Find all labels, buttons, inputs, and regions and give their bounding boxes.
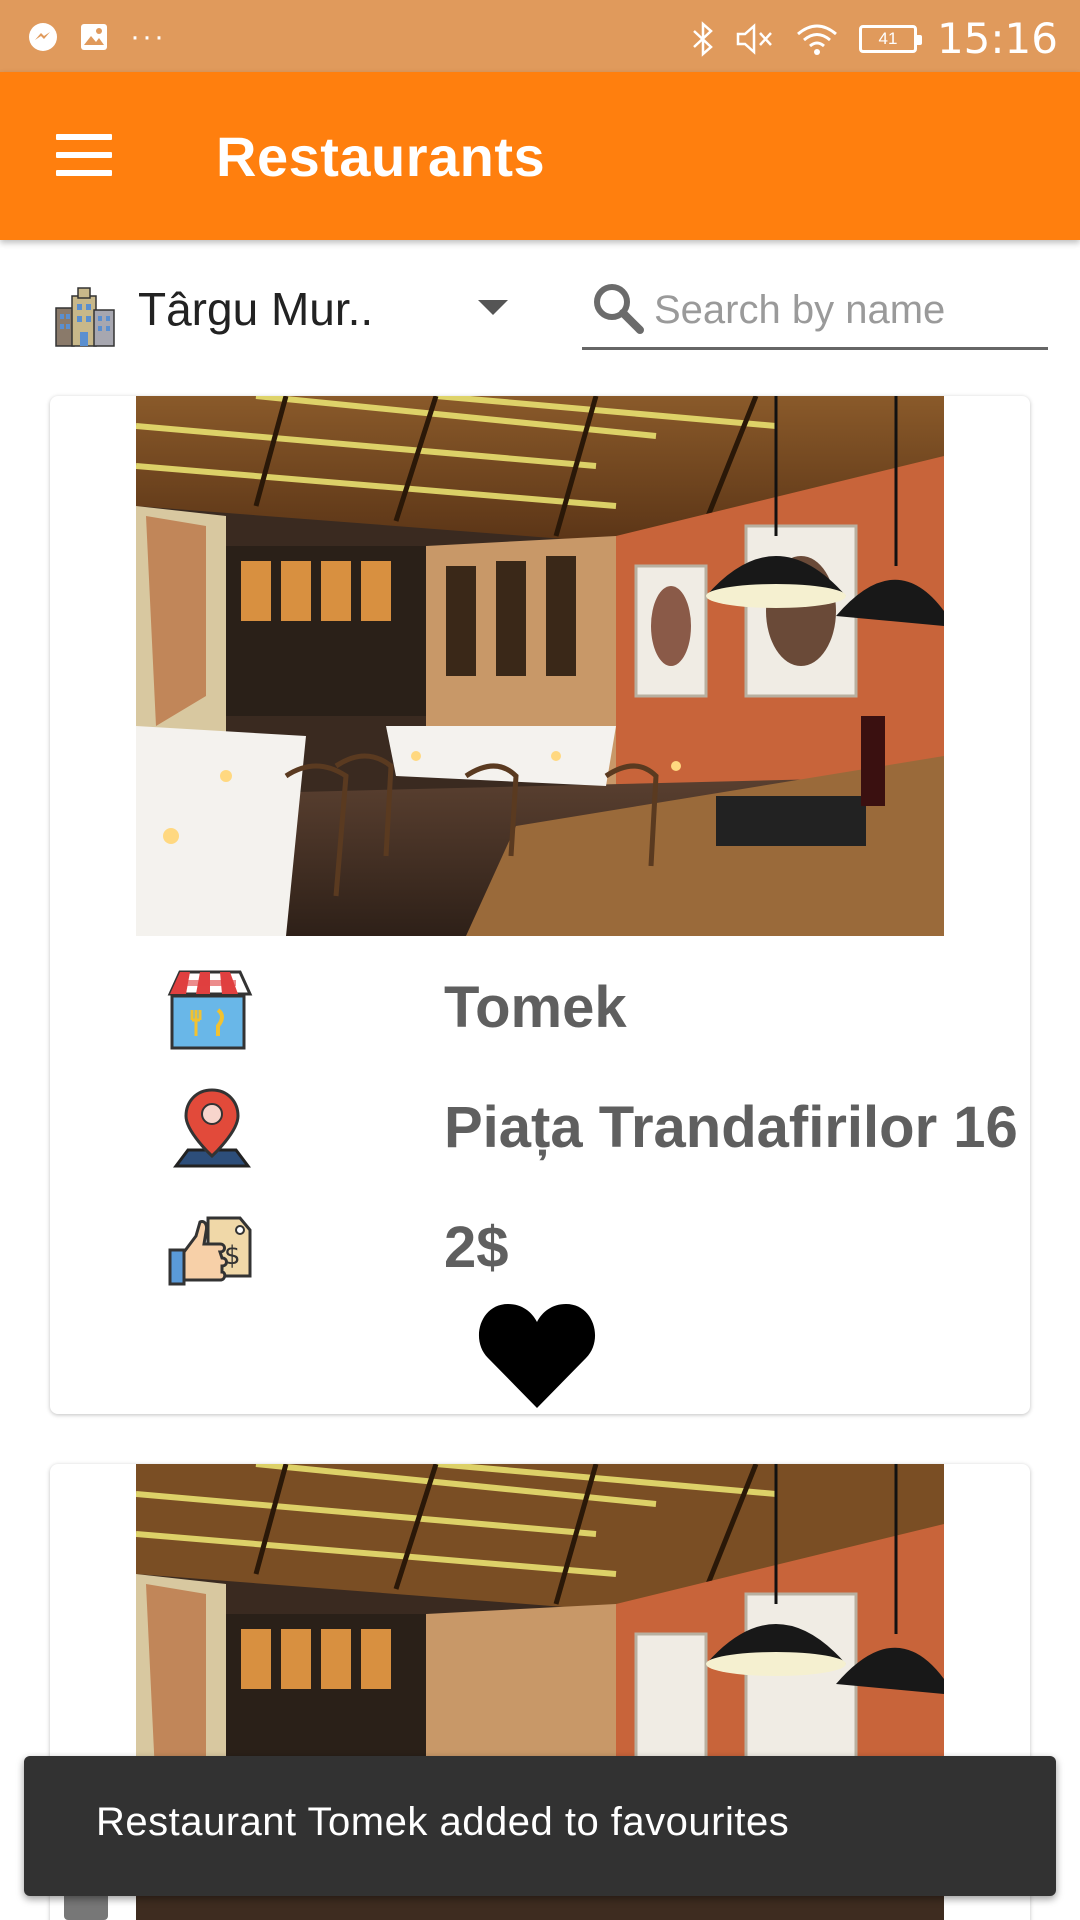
- restaurant-name: Tomek: [444, 975, 627, 1040]
- snackbar: Restaurant Tomek added to favourites: [24, 1756, 1056, 1896]
- snackbar-message: Restaurant Tomek added to favourites: [96, 1800, 790, 1844]
- restaurant-name-row: Tomek: [166, 962, 986, 1058]
- clock: 15:16: [936, 14, 1058, 63]
- location-pin-icon: [173, 1088, 251, 1168]
- app-bar: Restaurants: [0, 72, 1080, 240]
- restaurant-photo: [136, 396, 944, 936]
- system-icons: 41 15:16: [691, 14, 1058, 63]
- notification-icons: ···: [28, 22, 166, 52]
- heart-icon[interactable]: [474, 1300, 600, 1412]
- image-icon: [81, 24, 107, 50]
- city-selector[interactable]: Târgu Mur..: [138, 282, 373, 336]
- restaurant-price-row: $ 2$: [166, 1202, 986, 1298]
- search-input[interactable]: [654, 282, 1034, 338]
- restaurant-address-row: Piața Trandafirilor 16: [166, 1082, 1018, 1178]
- page-title: Restaurants: [216, 125, 546, 188]
- hamburger-icon[interactable]: [56, 134, 112, 176]
- svg-text:$: $: [224, 1241, 241, 1271]
- messenger-icon: [29, 23, 57, 51]
- wifi-icon: [796, 24, 837, 55]
- search-icon: [594, 284, 644, 334]
- battery-icon: 41: [858, 24, 922, 53]
- shop-icon: [167, 970, 253, 1050]
- bluetooth-icon: [693, 20, 713, 57]
- chevron-down-icon[interactable]: [478, 300, 508, 315]
- restaurant-address: Piața Trandafirilor 16: [444, 1095, 1018, 1160]
- city-buildings-icon: [55, 287, 115, 347]
- restaurant-price: 2$: [444, 1215, 509, 1280]
- restaurant-card[interactable]: Tomek Piața Trandafirilor 16 $ 2$: [50, 396, 1030, 1414]
- price-tag-thumbs-up-icon: $: [168, 1216, 252, 1286]
- mute-icon: [736, 22, 772, 55]
- more-dots-icon: ···: [130, 20, 166, 53]
- status-bar: ··· 41 15:16: [0, 0, 1080, 72]
- search-field[interactable]: [582, 272, 1048, 350]
